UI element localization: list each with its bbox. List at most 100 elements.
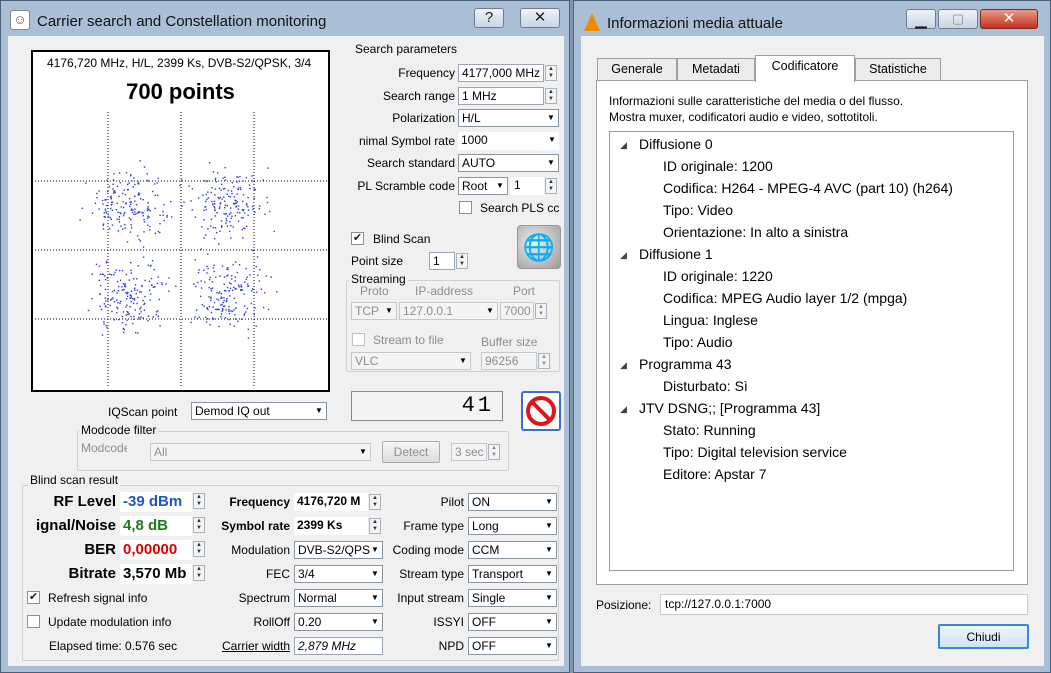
constellation-point — [264, 213, 266, 215]
constellation-point — [112, 179, 115, 181]
help-button[interactable]: ? — [474, 8, 504, 28]
constellation-point — [211, 281, 214, 283]
frequency-spin[interactable]: ▲ ▼ — [545, 65, 557, 81]
range-spin[interactable]: ▲ ▼ — [545, 88, 557, 104]
constellation-point — [210, 290, 213, 292]
minimize-button[interactable]: ▁ — [906, 9, 936, 29]
position-input[interactable]: tcp://127.0.0.1:7000 — [660, 594, 1028, 615]
expand-icon[interactable]: ◢ — [620, 360, 627, 371]
result-sr-label: Symbol rate — [221, 519, 290, 533]
standard-select[interactable]: AUTO ▼ — [458, 154, 559, 172]
constellation-point — [103, 321, 105, 323]
point-size-spin[interactable]: ▲ ▼ — [456, 253, 468, 269]
iqscan-select[interactable]: Demod IQ out ▼ — [191, 402, 327, 420]
modcode-time-spin[interactable]: ▲ ▼ — [488, 444, 500, 460]
expand-icon[interactable]: ◢ — [620, 404, 627, 415]
port-spin[interactable]: ▲ ▼ — [535, 303, 547, 319]
update-checkbox[interactable] — [27, 615, 40, 628]
pls-spin[interactable]: ▲ ▼ — [545, 178, 557, 194]
search-pls-checkbox[interactable] — [459, 201, 472, 214]
constellation-point — [262, 179, 265, 181]
tree-node[interactable]: Programma 43 — [639, 356, 732, 372]
constellation-point — [222, 309, 224, 311]
constellation-point — [162, 210, 164, 213]
tree-node[interactable]: Diffusione 1 — [639, 246, 713, 262]
modcode-time-input[interactable]: 3 sec — [451, 443, 487, 461]
result-sr-spin[interactable]: ▲ ▼ — [369, 518, 381, 534]
player-select[interactable]: VLC ▼ — [351, 352, 471, 370]
constellation-point — [136, 278, 138, 280]
tree-node[interactable]: JTV DSNG;; [Programma 43] — [639, 400, 820, 416]
stream-file-checkbox[interactable] — [352, 333, 365, 346]
detect-button[interactable]: Detect — [382, 441, 440, 463]
pilot-select[interactable]: ON ▼ — [468, 493, 557, 511]
blind-scan-checkbox[interactable]: ✔ — [351, 232, 364, 245]
polarization-select[interactable]: H/L ▼ — [458, 109, 559, 127]
constellation-point — [137, 265, 139, 267]
npd-value: OFF — [472, 639, 496, 653]
npd-select[interactable]: OFF ▼ — [468, 637, 557, 655]
expand-icon[interactable]: ◢ — [620, 140, 627, 151]
tab-codificatore[interactable]: Codificatore — [755, 55, 855, 82]
constellation-point — [157, 177, 159, 180]
constellation-point — [130, 297, 132, 299]
issyi-select[interactable]: OFF ▼ — [468, 613, 557, 631]
tab-statistiche[interactable]: Statistiche — [855, 58, 941, 80]
constellation-point — [207, 318, 209, 320]
tab-metadati[interactable]: Metadati — [677, 58, 755, 80]
modcode-select[interactable]: All ▼ — [150, 443, 371, 461]
close-dialog-button[interactable]: Chiudi — [938, 624, 1029, 649]
tree-leaf: ID originale: 1220 — [663, 268, 773, 284]
fec-select[interactable]: 3/4 ▼ — [294, 565, 383, 583]
min-sr-select[interactable]: 1000 ▼ — [458, 132, 559, 150]
modulation-select[interactable]: DVB-S2/QPS ▼ — [294, 541, 383, 559]
spectrum-label: Spectrum — [238, 591, 290, 605]
constellation-point — [94, 202, 97, 204]
frequency-input[interactable]: 4177,000 MHz — [458, 64, 544, 82]
constellation-point — [259, 269, 261, 271]
buffer-spin[interactable]: ▲ ▼ — [538, 353, 550, 369]
constellation-point — [220, 316, 222, 318]
ip-select[interactable]: 127.0.0.1 ▼ — [399, 302, 498, 320]
rolloff-select[interactable]: 0.20 ▼ — [294, 613, 383, 631]
constellation-point — [249, 187, 251, 190]
expand-icon[interactable]: ◢ — [620, 250, 627, 261]
tab-generale[interactable]: Generale — [597, 58, 677, 80]
result-freq-spin[interactable]: ▲ ▼ — [369, 494, 381, 510]
constellation-point — [223, 276, 226, 278]
constellation-point — [227, 215, 229, 217]
spectrum-select[interactable]: Normal ▼ — [294, 589, 383, 607]
globe-logo: 🌐 — [517, 225, 561, 269]
pls-mode-select[interactable]: Root ▼ — [458, 177, 508, 195]
search-pls-label: Search PLS cc — [480, 201, 560, 215]
point-size-input[interactable]: 1 — [429, 252, 455, 270]
constellation-point — [124, 285, 126, 288]
stop-button[interactable] — [521, 391, 561, 431]
close-button[interactable]: ✕ — [520, 8, 560, 28]
constellation-point — [130, 175, 132, 177]
carrier-width-label[interactable]: Carrier width — [198, 639, 290, 653]
range-input[interactable]: 1 MHz — [458, 87, 544, 105]
constellation-point — [130, 290, 133, 292]
constellation-point — [159, 231, 161, 234]
coding-mode-select[interactable]: CCM ▼ — [468, 541, 557, 559]
close-button[interactable]: ✕ — [980, 9, 1038, 29]
frame-type-select[interactable]: Long ▼ — [468, 517, 557, 535]
stream-type-select[interactable]: Transport ▼ — [468, 565, 557, 583]
ber-label: BER — [84, 541, 116, 558]
pls-value-input[interactable]: 1 — [511, 177, 544, 195]
constellation-point — [254, 307, 256, 309]
constellation-point — [203, 219, 205, 221]
proto-select[interactable]: TCP ▼ — [351, 302, 397, 320]
constellation-point — [111, 201, 114, 203]
constellation-point — [223, 283, 225, 285]
constellation-point — [255, 266, 257, 268]
tree-node[interactable]: Diffusione 0 — [639, 136, 713, 152]
input-stream-select[interactable]: Single ▼ — [468, 589, 557, 607]
maximize-button[interactable]: ▢ — [938, 9, 978, 29]
port-input[interactable]: 7000 — [500, 302, 534, 320]
port-label: Port — [513, 284, 536, 298]
constellation-point — [119, 302, 121, 304]
buffer-input[interactable]: 96256 — [481, 352, 537, 370]
refresh-checkbox[interactable]: ✔ — [27, 591, 40, 604]
